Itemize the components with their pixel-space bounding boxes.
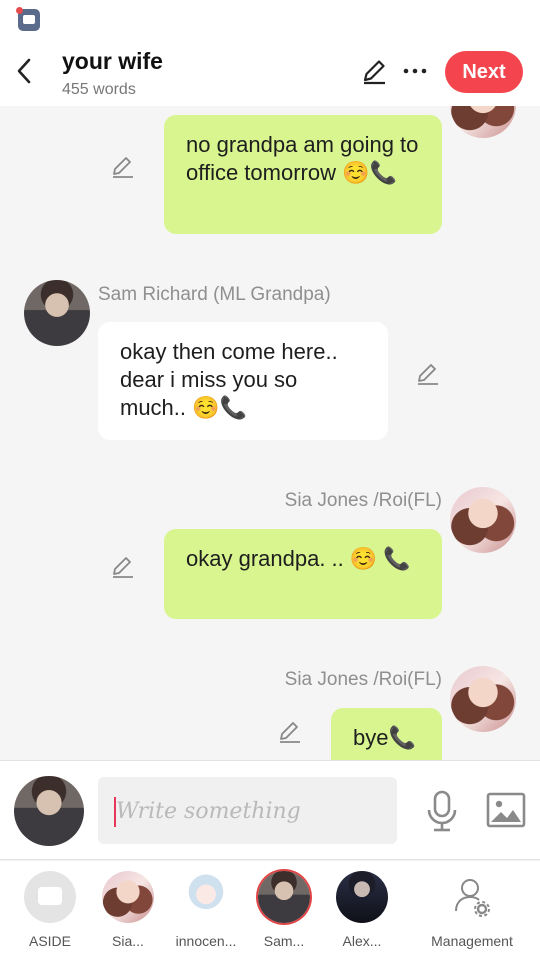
sender-name: Sia Jones /Roi(FL) [284, 669, 442, 690]
avatar [258, 871, 310, 923]
edit-message-icon[interactable] [110, 553, 136, 579]
edit-message-icon[interactable] [110, 153, 136, 179]
role-item-sam[interactable]: Sam... [244, 871, 324, 957]
sender-name: Sia Jones /Roi(FL) [284, 490, 442, 511]
page-title: your wife [62, 48, 163, 74]
role-label: Sam... [263, 933, 305, 949]
avatar [102, 871, 154, 923]
avatar[interactable] [24, 280, 90, 346]
header: your wife 455 words Next [0, 40, 540, 106]
role-label: Sia... [112, 933, 144, 949]
avatar[interactable] [450, 487, 516, 553]
message-input-placeholder: Write something [116, 799, 301, 824]
avatar [180, 871, 232, 923]
edit-message-icon[interactable] [415, 360, 441, 386]
back-icon[interactable] [12, 56, 38, 86]
status-bar [0, 0, 540, 40]
role-bar: ASIDE Sia... innocen... Sam... Alex... M… [0, 861, 540, 960]
avatar [336, 871, 388, 923]
role-label: innocen... [175, 933, 237, 949]
current-role-avatar[interactable] [14, 776, 84, 846]
avatar[interactable] [450, 106, 516, 138]
aside-icon [24, 871, 76, 923]
more-options-icon[interactable] [400, 58, 430, 84]
app-notification-icon [16, 7, 40, 31]
image-icon[interactable] [486, 791, 526, 829]
message-bubble[interactable]: no grandpa am going to office tomorrow ☺… [164, 115, 442, 234]
role-item-aside[interactable]: ASIDE [10, 871, 90, 957]
management-button[interactable]: Management [430, 871, 514, 957]
sender-name: Sam Richard (ML Grandpa) [98, 284, 331, 305]
microphone-icon[interactable] [424, 789, 460, 833]
message-input[interactable]: Write something [98, 777, 397, 844]
edit-message-icon[interactable] [277, 718, 303, 744]
composer-bar: Write something [0, 760, 540, 860]
role-label: Alex... [342, 933, 382, 949]
word-count: 455 words [62, 81, 136, 98]
next-button[interactable]: Next [445, 51, 523, 93]
role-label: ASIDE [28, 933, 71, 949]
chat-area[interactable]: no grandpa am going to office tomorrow ☺… [0, 106, 540, 760]
role-label: Management [431, 933, 513, 949]
role-item-alex[interactable]: Alex... [322, 871, 402, 957]
message-bubble[interactable]: okay then come here.. dear i miss you so… [98, 322, 388, 440]
avatar[interactable] [450, 666, 516, 732]
message-bubble[interactable]: okay grandpa. .. ☺️ 📞 [164, 529, 442, 619]
message-bubble[interactable]: bye📞 [331, 708, 442, 760]
role-item-innocent[interactable]: innocen... [166, 871, 246, 957]
role-item-sia[interactable]: Sia... [88, 871, 168, 957]
edit-icon[interactable] [360, 57, 388, 85]
management-icon [446, 871, 498, 923]
